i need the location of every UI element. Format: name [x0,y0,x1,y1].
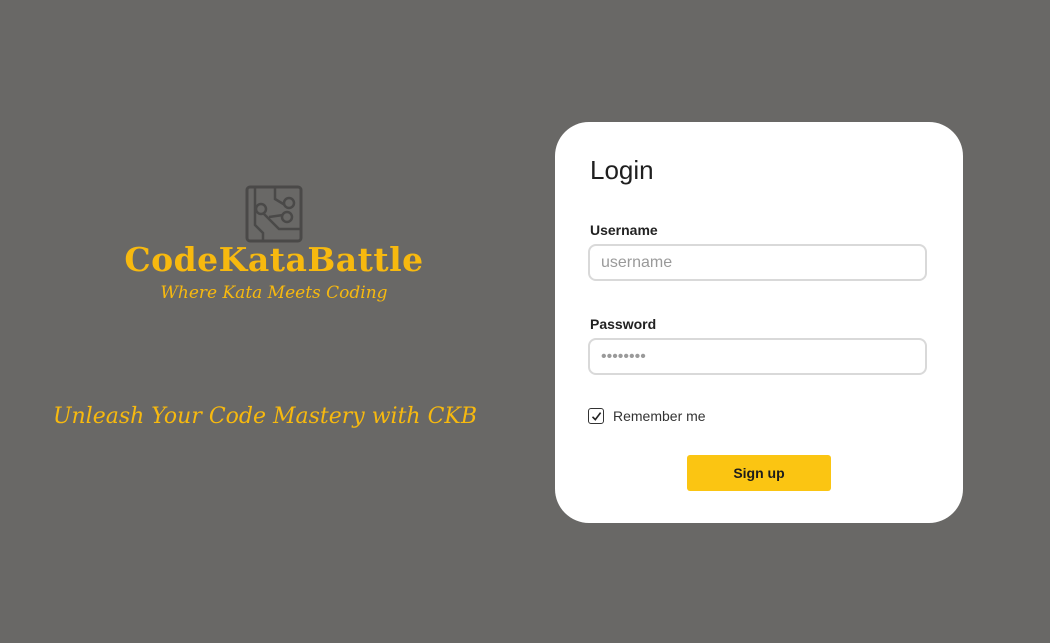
branding-panel: CodeKataBattle Where Kata Meets Coding U… [0,0,540,643]
login-card: Login Username Password Remember me Sign… [555,122,963,523]
sign-up-button[interactable]: Sign up [687,455,831,491]
checkmark-icon [591,411,601,421]
brand-tagline: Where Kata Meets Coding [160,283,388,303]
password-input[interactable] [588,338,927,375]
remember-me-checkbox[interactable] [588,408,604,424]
remember-me-row[interactable]: Remember me [588,408,706,424]
username-input[interactable] [588,244,927,281]
login-title: Login [590,155,654,185]
password-label: Password [590,316,657,332]
remember-me-label: Remember me [613,408,706,424]
circuit-board-icon [245,185,303,243]
slogan: Unleash Your Code Mastery with CKB [52,404,478,429]
username-label: Username [590,222,658,238]
brand-name: CodeKataBattle [124,240,424,279]
